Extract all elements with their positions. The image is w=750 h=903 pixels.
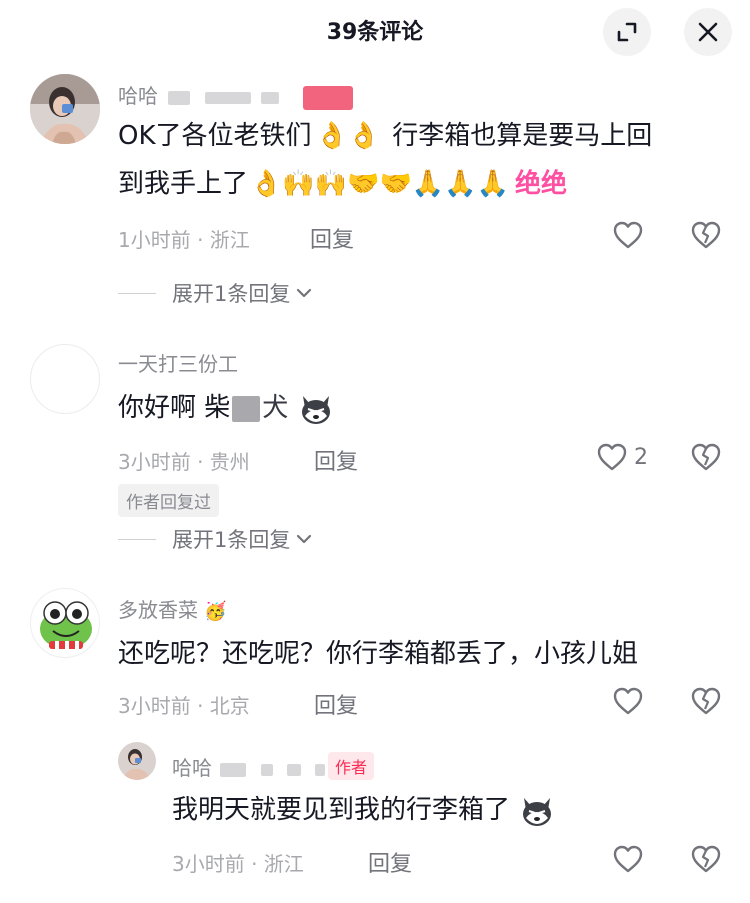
- comment-username[interactable]: 一天打三份工: [118, 348, 238, 377]
- avatar[interactable]: [118, 742, 156, 780]
- comment-text: 还吃呢？还吃呢？你行李箱都丢了，小孩儿姐: [118, 639, 639, 669]
- broken-heart-icon: [691, 221, 721, 249]
- author-tag: 作者: [328, 752, 375, 780]
- expand-replies-button[interactable]: 展开1条回复: [118, 524, 314, 554]
- reply-button[interactable]: 回复: [310, 222, 354, 254]
- reply-button[interactable]: 回复: [314, 688, 358, 720]
- avatar[interactable]: [30, 588, 100, 658]
- dislike-button[interactable]: [690, 220, 722, 254]
- comment-username[interactable]: 哈哈: [118, 80, 354, 110]
- dislike-button[interactable]: [690, 686, 722, 720]
- heart-icon: [613, 845, 643, 873]
- dislike-button[interactable]: [690, 844, 722, 878]
- chevron-down-icon: [297, 288, 312, 298]
- comment-time-location: 3小时前 · 北京: [118, 694, 250, 718]
- broken-heart-icon: [691, 687, 721, 715]
- reply-time-location: 3小时前 · 浙江: [172, 852, 304, 876]
- broken-heart-icon: [691, 845, 721, 873]
- comment-item: 一天打三份工 你好啊 柴犬 3小时前 · 贵州 回复 2 作者回复过 展开1条回…: [0, 330, 750, 560]
- husky-emoji: [301, 395, 330, 424]
- comment-time-location: 3小时前 · 贵州: [118, 450, 250, 474]
- comment-text: 你好啊 柴犬: [118, 384, 335, 432]
- juejue-sticker-text: 绝绝: [515, 169, 568, 199]
- heart-icon: [597, 443, 627, 471]
- comment-text: OK了各位老铁们 👌👌 行李箱也算是要马上回: [118, 121, 653, 151]
- comment-username[interactable]: 多放香菜 🥳: [118, 594, 227, 623]
- chevron-down-icon: [297, 534, 312, 544]
- reply-button[interactable]: 回复: [368, 846, 412, 878]
- comment-time-location: 1小时前 · 浙江: [118, 228, 250, 252]
- reply-item: 哈哈 作者 我明天就要见到我的行李箱了 3小时前 · 浙江 回复: [0, 730, 750, 900]
- like-button[interactable]: [612, 844, 644, 874]
- emoji-sequence: 👌🙌🙌🤝🤝🙏🙏🙏: [250, 169, 509, 199]
- husky-emoji: [523, 797, 552, 826]
- reply-button[interactable]: 回复: [314, 444, 358, 476]
- party-emoji: 🥳: [204, 601, 227, 622]
- heart-icon: [613, 687, 643, 715]
- ok-hand-emoji: 👌👌: [315, 121, 381, 151]
- avatar[interactable]: [30, 344, 100, 414]
- like-button[interactable]: [612, 686, 644, 716]
- like-count: 2: [634, 444, 648, 470]
- comment-item: 多放香菜 🥳 还吃呢？还吃呢？你行李箱都丢了，小孩儿姐 3小时前 · 北京 回复: [0, 578, 750, 720]
- like-button[interactable]: [612, 220, 644, 250]
- reply-text: 我明天就要见到我的行李箱了: [172, 786, 556, 834]
- expand-replies-button[interactable]: 展开1条回复: [118, 278, 314, 308]
- heart-icon: [613, 221, 643, 249]
- comment-text-continued: 到我手上了👌🙌🙌🤝🤝🙏🙏🙏 绝绝: [118, 169, 568, 199]
- avatar[interactable]: [30, 74, 100, 144]
- dislike-button[interactable]: [690, 442, 722, 476]
- like-button[interactable]: 2: [596, 442, 648, 472]
- author-replied-tag: 作者回复过: [118, 484, 219, 517]
- broken-heart-icon: [691, 443, 721, 471]
- comment-item: 哈哈 OK了各位老铁们 👌👌 行李箱也算是要马上回 到我手上了👌🙌🙌🤝🤝🙏🙏🙏 绝绝 …: [0, 0, 750, 320]
